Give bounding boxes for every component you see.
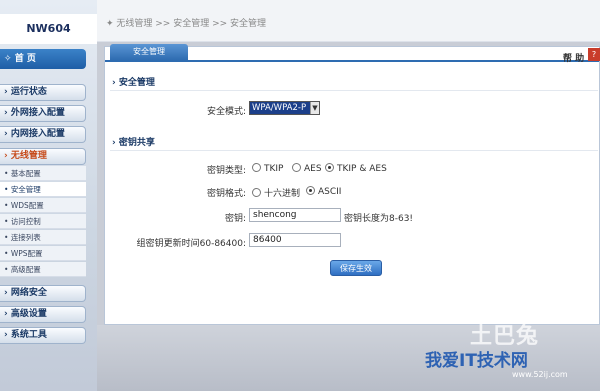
nav-sub-wds[interactable]: • WDS配置 bbox=[0, 198, 86, 213]
key-type-label: 密钥类型: bbox=[206, 166, 246, 176]
breadcrumb-text: 无线管理 >> 安全管理 >> 安全管理 bbox=[116, 19, 267, 29]
nav-label: 高级设置 bbox=[10, 309, 47, 319]
nav-section-advanced-settings[interactable]: › 高级设置 bbox=[0, 306, 86, 323]
key-label: 密钥: bbox=[224, 214, 246, 224]
nav-sub-label: 访问控制 bbox=[10, 217, 41, 226]
nav-sub-label: WPS配置 bbox=[10, 249, 43, 258]
logo: NW604 bbox=[0, 14, 97, 44]
key-type-tkip-aes[interactable]: TKIP & AES bbox=[325, 163, 387, 174]
key-format-label: 密钥格式: bbox=[206, 189, 246, 199]
radio-icon[interactable] bbox=[252, 163, 261, 172]
nav-section-status[interactable]: › 运行状态 bbox=[0, 84, 86, 101]
security-mode-label: 安全模式: bbox=[206, 107, 246, 117]
nav-sub-label: 连接列表 bbox=[10, 233, 41, 242]
option-label: 十六进制 bbox=[264, 189, 301, 199]
key-format-hex[interactable]: 十六进制 bbox=[252, 186, 300, 199]
nav-sub-access[interactable]: • 访问控制 bbox=[0, 214, 86, 229]
section-security-heading: › 安全管理 bbox=[112, 78, 155, 88]
breadcrumb: ✦ 无线管理 >> 安全管理 >> 安全管理 bbox=[106, 16, 266, 29]
nav-sub-label: WDS配置 bbox=[10, 201, 44, 210]
tab-security[interactable]: 安全管理 bbox=[110, 44, 188, 60]
nav-sub-clients[interactable]: • 连接列表 bbox=[0, 230, 86, 245]
group-key-label: 组密钥更新时间60-86400: bbox=[136, 239, 246, 249]
heading-text: 密钥共享 bbox=[118, 138, 155, 148]
save-button[interactable]: 保存生效 bbox=[330, 260, 382, 276]
tab-underline bbox=[105, 60, 599, 62]
nav-sub-label: 安全管理 bbox=[10, 185, 41, 194]
sidebar: NW604 ✧ 首 页 › 运行状态 › 外网接入配置 › 内网接入配置 › 无… bbox=[0, 0, 97, 391]
key-type-aes[interactable]: AES bbox=[292, 163, 322, 174]
nav-sub-basic[interactable]: • 基本配置 bbox=[0, 166, 86, 181]
nav-label: 内网接入配置 bbox=[10, 129, 65, 139]
option-label: TKIP & AES bbox=[337, 164, 387, 174]
divider bbox=[110, 90, 598, 91]
breadcrumb-icon: ✦ bbox=[106, 19, 117, 29]
chevron-down-icon[interactable]: ▼ bbox=[310, 102, 319, 114]
key-input[interactable]: shencong bbox=[249, 208, 341, 222]
group-key-input[interactable]: 86400 bbox=[249, 233, 341, 247]
nav-label: 系统工具 bbox=[10, 330, 47, 340]
nav-section-system-tools[interactable]: › 系统工具 bbox=[0, 327, 86, 344]
divider bbox=[110, 150, 598, 151]
nav-label: 无线管理 bbox=[10, 151, 47, 161]
nav-home[interactable]: ✧ 首 页 bbox=[0, 49, 86, 69]
watermark-url: www.52ij.com bbox=[512, 370, 568, 379]
nav-sub-label: 基本配置 bbox=[10, 169, 41, 178]
option-label: ASCII bbox=[318, 187, 342, 197]
nav-label: 网络安全 bbox=[10, 288, 47, 298]
radio-icon[interactable] bbox=[325, 163, 334, 172]
nav-label: 外网接入配置 bbox=[10, 108, 65, 118]
nav-section-lan[interactable]: › 内网接入配置 bbox=[0, 126, 86, 143]
nav-section-net-security[interactable]: › 网络安全 bbox=[0, 285, 86, 302]
key-type-tkip[interactable]: TKIP bbox=[252, 163, 283, 174]
radio-icon[interactable] bbox=[292, 163, 301, 172]
section-key-share-heading: › 密钥共享 bbox=[112, 138, 155, 148]
nav-sub-security[interactable]: • 安全管理 bbox=[0, 182, 86, 197]
help-icon[interactable]: ? bbox=[588, 48, 600, 61]
nav-section-wan[interactable]: › 外网接入配置 bbox=[0, 105, 86, 122]
option-label: TKIP bbox=[264, 164, 284, 174]
option-label: AES bbox=[304, 164, 322, 174]
nav-sub-wps[interactable]: • WPS配置 bbox=[0, 246, 86, 261]
help-link[interactable]: 帮 助 bbox=[563, 51, 584, 64]
watermark-text: 我爱IT技术网 bbox=[425, 351, 528, 371]
radio-icon[interactable] bbox=[252, 188, 261, 197]
radio-icon[interactable] bbox=[306, 186, 315, 195]
key-format-ascii[interactable]: ASCII bbox=[306, 186, 341, 197]
nav-home-label: 首 页 bbox=[14, 54, 36, 64]
key-hint: 密钥长度为8-63! bbox=[344, 214, 414, 224]
nav-section-wireless[interactable]: › 无线管理 bbox=[0, 148, 86, 165]
nav-label: 运行状态 bbox=[10, 87, 47, 97]
nav-sub-label: 高级配置 bbox=[10, 265, 41, 274]
nav-sub-advanced[interactable]: • 高级配置 bbox=[0, 262, 86, 277]
heading-text: 安全管理 bbox=[118, 78, 155, 88]
